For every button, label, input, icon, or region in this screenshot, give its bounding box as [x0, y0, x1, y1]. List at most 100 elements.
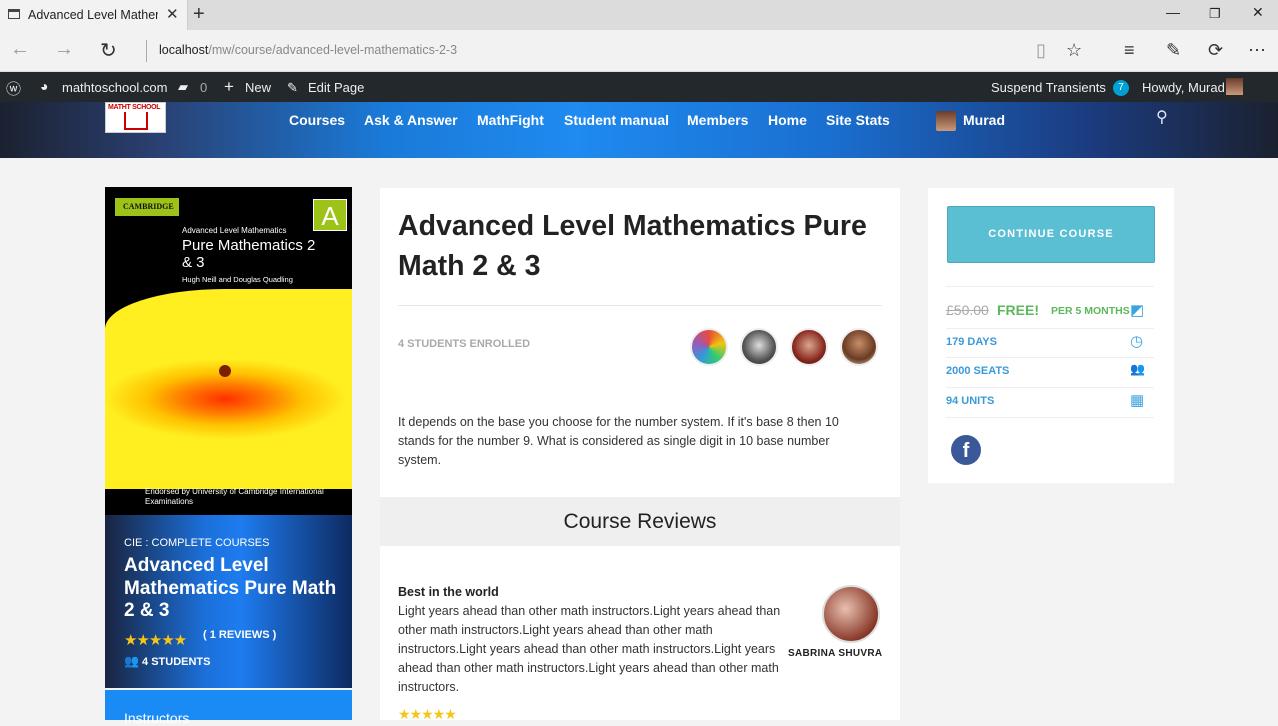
- course-category[interactable]: CIE : COMPLETE COURSES: [124, 537, 269, 549]
- nav-courses[interactable]: Courses: [289, 112, 345, 128]
- cover-letter: A: [313, 199, 347, 231]
- students-icon: 👥: [124, 654, 139, 668]
- maximize-icon[interactable]: ❐: [1209, 6, 1221, 22]
- student-avatar[interactable]: [740, 328, 778, 366]
- web-note-icon[interactable]: ✎: [1166, 40, 1181, 61]
- cover-splash-art: [105, 289, 352, 489]
- student-avatar[interactable]: [690, 328, 728, 366]
- logo-text: MATHT SCHOOL: [108, 104, 161, 111]
- reviews-header: Course Reviews: [380, 497, 900, 546]
- search-icon[interactable]: ⚲: [1156, 107, 1168, 127]
- course-cover-image: CAMBRIDGE A Advanced Level Mathematics P…: [105, 187, 352, 515]
- reading-view-icon[interactable]: ▯: [1036, 40, 1046, 61]
- course-units: 94 UNITS: [946, 395, 995, 407]
- tab-title: Advanced Level Mathem: [28, 8, 158, 22]
- logo-shield-icon: [124, 112, 148, 130]
- edit-page-link[interactable]: Edit Page: [308, 80, 364, 95]
- nav-ask-answer[interactable]: Ask & Answer: [364, 112, 458, 128]
- cover-endorsement: Endorsed by University of Cambridge Inte…: [145, 487, 324, 506]
- page-icon: [8, 9, 20, 19]
- divider: [946, 286, 1154, 287]
- suspend-transients-link[interactable]: Suspend Transients: [991, 80, 1106, 95]
- url-field[interactable]: localhost/mw/course/advanced-level-mathe…: [159, 43, 457, 57]
- grid-icon: ▦: [1130, 392, 1145, 409]
- hub-icon[interactable]: ≡: [1124, 40, 1135, 61]
- site-name-link[interactable]: mathtoschool.com: [62, 80, 168, 95]
- divider: [946, 387, 1154, 388]
- review-body: Light years ahead than other math instru…: [398, 604, 781, 694]
- nav-members[interactable]: Members: [687, 112, 748, 128]
- nav-mathfight[interactable]: MathFight: [477, 112, 544, 128]
- minimize-icon[interactable]: —: [1166, 4, 1180, 20]
- reviewer-avatar[interactable]: [822, 585, 880, 643]
- comment-count: 0: [200, 80, 208, 95]
- address-bar: ← → ↻ localhost/mw/course/advanced-level…: [0, 30, 1278, 72]
- divider: [946, 328, 1154, 329]
- close-tab-icon[interactable]: ✕: [166, 5, 179, 23]
- cover-title: Pure Mathematics 2 & 3: [182, 237, 316, 271]
- refresh-icon[interactable]: ↻: [100, 38, 117, 63]
- student-count: 👥 4 STUDENTS: [124, 654, 210, 668]
- user-avatar[interactable]: [936, 111, 956, 131]
- divider: [946, 417, 1154, 418]
- student-count-label: 4 STUDENTS: [142, 656, 211, 668]
- review-stars: ★★★★★: [398, 706, 457, 722]
- old-price: £50.00: [946, 302, 989, 318]
- new-tab-icon[interactable]: +: [193, 3, 205, 26]
- student-avatar[interactable]: [840, 328, 878, 366]
- review-title: Best in the world: [398, 585, 499, 599]
- divider: [146, 40, 147, 62]
- price: FREE!: [997, 302, 1039, 318]
- course-info-box: CIE : COMPLETE COURSES Advanced Level Ma…: [105, 515, 352, 688]
- url-path: /mw/course/advanced-level-mathematics-2-…: [208, 43, 458, 57]
- cover-publisher: CAMBRIDGE: [115, 198, 179, 216]
- course-description: It depends on the base you choose for th…: [398, 415, 839, 467]
- site-header: [0, 102, 1278, 158]
- wp-admin-bar: ⓦ ◕ mathtoschool.com ▰ 0 + New ✎ Edit Pa…: [0, 72, 1278, 102]
- continue-course-button[interactable]: CONTINUE COURSE: [947, 206, 1155, 263]
- nav-student-manual[interactable]: Student manual: [564, 112, 669, 128]
- nav-user-murad[interactable]: Murad: [963, 112, 1005, 128]
- rating-stars: ★★★★★: [124, 632, 187, 649]
- students-enrolled: 4 STUDENTS ENROLLED: [398, 338, 531, 350]
- student-avatar[interactable]: [790, 328, 828, 366]
- clock-icon: ◷: [1130, 333, 1144, 350]
- site-logo[interactable]: MATHT SCHOOL: [105, 102, 166, 133]
- instructors-panel: Instructors: [105, 690, 352, 726]
- howdy-link[interactable]: Howdy, Murad: [1142, 80, 1225, 95]
- reviews-heading: Course Reviews: [563, 510, 717, 533]
- facebook-share-icon[interactable]: f: [951, 435, 981, 465]
- reviewer-name[interactable]: SABRINA SHUVRA: [788, 648, 882, 659]
- nav-site-stats[interactable]: Site Stats: [826, 112, 890, 128]
- users-icon: 👥: [1130, 362, 1145, 376]
- coupon-icon[interactable]: ◩: [1130, 301, 1144, 319]
- url-host: localhost: [159, 43, 209, 57]
- review-count: ( 1 REVIEWS ): [203, 629, 277, 641]
- cover-droplet: [219, 365, 231, 377]
- price-period: PER 5 MONTHS: [1051, 305, 1130, 317]
- nav-home[interactable]: Home: [768, 112, 807, 128]
- share-icon[interactable]: ⟳: [1208, 40, 1223, 61]
- plus-icon: +: [224, 77, 234, 96]
- new-link[interactable]: New: [245, 80, 271, 95]
- browser-tab-bar: [0, 0, 1278, 30]
- sidebar-course-title: Advanced Level Mathematics Pure Math 2 &…: [124, 555, 337, 621]
- dashboard-icon: ◕: [40, 78, 49, 94]
- course-days: 179 DAYS: [946, 336, 997, 348]
- admin-avatar[interactable]: [1226, 78, 1243, 95]
- instructors-label: Instructors: [124, 710, 190, 726]
- window-close-icon[interactable]: ✕: [1252, 4, 1264, 21]
- more-icon[interactable]: ⋯: [1248, 40, 1266, 61]
- back-icon[interactable]: ←: [10, 38, 30, 61]
- wordpress-icon[interactable]: ⓦ: [6, 78, 21, 99]
- cover-series: Advanced Level Mathematics: [182, 226, 287, 235]
- comment-icon[interactable]: ▰: [178, 79, 188, 95]
- course-title: Advanced Level Mathematics Pure Math 2 &…: [398, 210, 867, 282]
- notification-badge[interactable]: 7: [1113, 80, 1129, 96]
- cover-authors: Hugh Neill and Douglas Quadling: [182, 275, 293, 284]
- course-seats: 2000 SEATS: [946, 365, 1010, 377]
- divider: [398, 305, 882, 306]
- browser-tab[interactable]: Advanced Level Mathem ✕: [0, 0, 188, 30]
- forward-icon[interactable]: →: [54, 38, 74, 61]
- favorite-star-icon[interactable]: ☆: [1066, 40, 1082, 61]
